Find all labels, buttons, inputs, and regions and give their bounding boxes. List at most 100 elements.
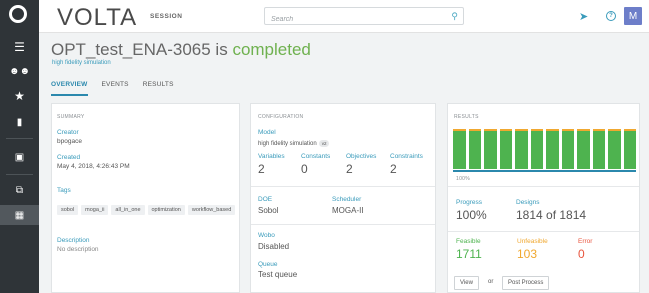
designs-label: Designs <box>516 199 540 206</box>
divider <box>448 231 639 232</box>
model-value: high fidelity simulation v2 <box>258 140 330 147</box>
search-input[interactable] <box>265 11 435 28</box>
unfeasible-value: 103 <box>517 247 538 261</box>
menu-icon[interactable]: ☰ <box>0 37 39 57</box>
designs-value: 1814 of 1814 <box>516 208 587 222</box>
result-bar <box>577 129 590 169</box>
brand-logo[interactable]: VOLTA <box>57 4 137 32</box>
tab-results[interactable]: RESULTS <box>143 76 174 96</box>
progress-label: Progress <box>456 199 483 206</box>
feasible-segment <box>608 131 621 169</box>
header: VOLTA SESSION ⚲ ➤ ? M <box>39 0 649 33</box>
star-icon[interactable]: ★ <box>0 86 39 106</box>
feasible-segment <box>561 131 574 169</box>
description-value: No description <box>57 246 99 253</box>
feasible-segment <box>546 131 559 169</box>
sessions-icon[interactable]: ▣ <box>0 147 39 167</box>
unfeasible-label: Unfeasible <box>517 238 548 245</box>
feasible-segment <box>592 131 605 169</box>
copy-icon[interactable]: ⧉ <box>0 180 39 200</box>
section-name: SESSION <box>150 13 183 20</box>
results-heading: RESULTS <box>454 114 479 120</box>
tab-bar: OVERVIEW EVENTS RESULTS <box>51 76 174 96</box>
feasible-segment <box>499 131 512 169</box>
title-connector: is <box>210 40 233 59</box>
result-bar <box>530 129 543 169</box>
results-bar-chart <box>453 129 636 169</box>
chart-axis-label: 100% <box>456 176 470 182</box>
or-text: or <box>488 279 494 285</box>
page-subtitle[interactable]: high fidelity simulation <box>52 60 111 66</box>
rocket-icon[interactable]: ➤ <box>579 10 588 23</box>
feasible-segment <box>623 131 636 169</box>
result-bar <box>592 129 605 169</box>
created-label: Created <box>57 154 81 161</box>
search-box: ⚲ <box>264 7 464 28</box>
tab-events[interactable]: EVENTS <box>102 76 129 96</box>
summary-heading: SUMMARY <box>57 114 85 120</box>
feasible-value: 1711 <box>456 247 482 261</box>
search-icon[interactable]: ⚲ <box>451 11 458 22</box>
feasible-segment <box>468 131 481 169</box>
constraints-label: Constraints <box>390 153 423 160</box>
post-process-button[interactable]: Post Process <box>502 276 550 290</box>
model-label: Model <box>258 129 276 136</box>
feasible-segment <box>484 131 497 169</box>
result-bar <box>608 129 621 169</box>
queue-value: Test queue <box>258 270 298 279</box>
results-card: RESULTS 100% Progress 100% Designs 1814 … <box>447 103 640 293</box>
objectives-value: 2 <box>346 162 353 176</box>
wobo-label: Wobo <box>258 232 275 239</box>
help-icon[interactable]: ? <box>606 11 616 21</box>
scheduler-value: MOGA-II <box>332 206 364 215</box>
result-bar <box>484 129 497 169</box>
summary-card: SUMMARY Creator bpogace Created May 4, 2… <box>51 103 240 293</box>
feasible-segment <box>515 131 528 169</box>
session-status: completed <box>232 40 311 59</box>
page-title: OPT_test_ENA-3065 is completed <box>51 40 311 60</box>
feasible-segment <box>530 131 543 169</box>
progress-value: 100% <box>456 208 487 222</box>
result-bar <box>468 129 481 169</box>
objectives-label: Objectives <box>346 153 377 160</box>
avatar[interactable]: M <box>624 7 642 25</box>
feasible-segment <box>577 131 590 169</box>
variables-label: Variables <box>258 153 285 160</box>
result-bar <box>623 129 636 169</box>
grid-icon[interactable]: ▦ <box>0 205 39 225</box>
feasible-label: Feasible <box>456 238 481 245</box>
constraints-value: 2 <box>390 162 397 176</box>
result-bar <box>515 129 528 169</box>
feasible-segment <box>453 131 466 169</box>
configuration-card: CONFIGURATION Model high fidelity simula… <box>250 103 436 293</box>
tag-chip[interactable]: workflow_based <box>187 205 236 215</box>
tag-chip[interactable]: moga_ii <box>81 205 109 215</box>
tag-chip[interactable]: all_in_one <box>111 205 145 215</box>
tag-chip[interactable]: optimization <box>147 205 185 215</box>
scheduler-label: Scheduler <box>332 196 362 203</box>
result-bar <box>561 129 574 169</box>
result-bar <box>453 129 466 169</box>
session-name: OPT_test_ENA-3065 <box>51 40 211 59</box>
error-label: Error <box>578 238 593 245</box>
app-logo-icon[interactable] <box>9 5 27 23</box>
divider <box>251 186 435 187</box>
description-label: Description <box>57 237 90 244</box>
created-value: May 4, 2018, 4:26:43 PM <box>57 163 130 170</box>
configuration-heading: CONFIGURATION <box>258 114 304 120</box>
chart-baseline <box>453 170 636 172</box>
model-name: high fidelity simulation <box>258 141 317 147</box>
wobo-value: Disabled <box>258 242 290 251</box>
file-icon[interactable]: ▮ <box>0 112 39 132</box>
doe-value: Sobol <box>258 206 279 215</box>
tab-overview[interactable]: OVERVIEW <box>51 76 88 96</box>
result-bar <box>499 129 512 169</box>
users-icon[interactable]: ☻☻ <box>0 61 39 81</box>
view-button[interactable]: View <box>454 276 479 290</box>
creator-label: Creator <box>57 129 79 136</box>
tags-list: sobol moga_ii all_in_one optimization workfl… <box>57 198 247 219</box>
tags-label: Tags <box>57 187 71 194</box>
divider <box>251 224 435 225</box>
tag-chip[interactable]: sobol <box>57 205 79 215</box>
model-version-badge: v2 <box>318 140 330 147</box>
